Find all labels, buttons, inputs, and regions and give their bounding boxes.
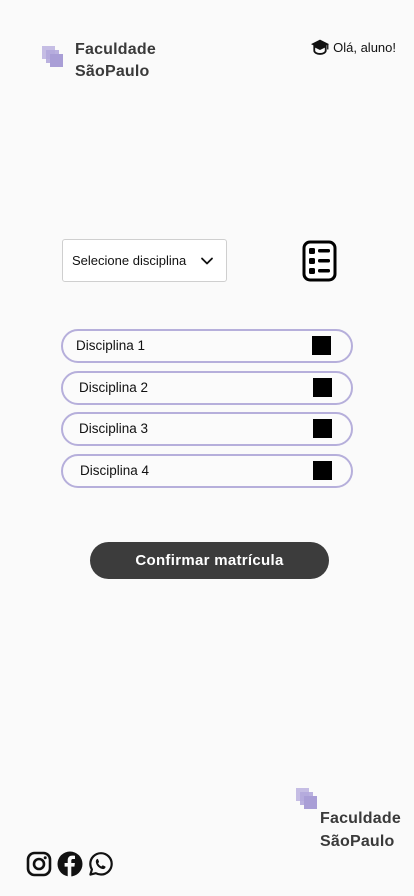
discipline-item-1[interactable]: Disciplina 1 xyxy=(61,329,353,363)
discipline-item-2[interactable]: Disciplina 2 xyxy=(61,371,353,405)
discipline-item-label: Disciplina 4 xyxy=(80,463,150,478)
brand-line-2: SãoPaulo xyxy=(75,63,150,80)
discipline-checkbox[interactable] xyxy=(313,461,332,480)
discipline-item-label: Disciplina 2 xyxy=(79,380,149,395)
whatsapp-icon[interactable] xyxy=(88,851,114,877)
discipline-select[interactable]: Selecione disciplina xyxy=(62,239,227,282)
instagram-icon[interactable] xyxy=(26,851,52,877)
discipline-item-label: Disciplina 3 xyxy=(79,421,149,436)
greeting-text: Olá, aluno! xyxy=(333,39,396,55)
facebook-icon[interactable] xyxy=(57,851,83,877)
user-greeting[interactable]: Olá, aluno! xyxy=(310,38,396,56)
discipline-checkbox[interactable] xyxy=(313,378,332,397)
list-icon[interactable] xyxy=(302,240,337,282)
graduation-cap-icon xyxy=(311,39,330,55)
discipline-checkbox[interactable] xyxy=(312,336,331,355)
footer-brand-name: Faculdade SãoPaulo xyxy=(320,807,401,853)
footer-brand-line-2: SãoPaulo xyxy=(320,833,395,850)
brand-name: Faculdade SãoPaulo xyxy=(75,39,156,83)
brand-line-1: Faculdade xyxy=(75,41,156,58)
discipline-checkbox[interactable] xyxy=(313,419,332,438)
chevron-down-icon xyxy=(201,257,213,265)
discipline-select-label: Selecione disciplina xyxy=(72,253,187,268)
logo-icon xyxy=(42,46,66,70)
discipline-item-4[interactable]: Disciplina 4 xyxy=(61,454,353,488)
confirm-enrollment-button[interactable]: Confirmar matrícula xyxy=(90,542,329,579)
discipline-item-label: Disciplina 1 xyxy=(76,338,146,353)
footer-brand-line-1: Faculdade xyxy=(320,810,401,827)
discipline-item-3[interactable]: Disciplina 3 xyxy=(61,412,353,446)
footer-logo-icon xyxy=(296,788,320,812)
